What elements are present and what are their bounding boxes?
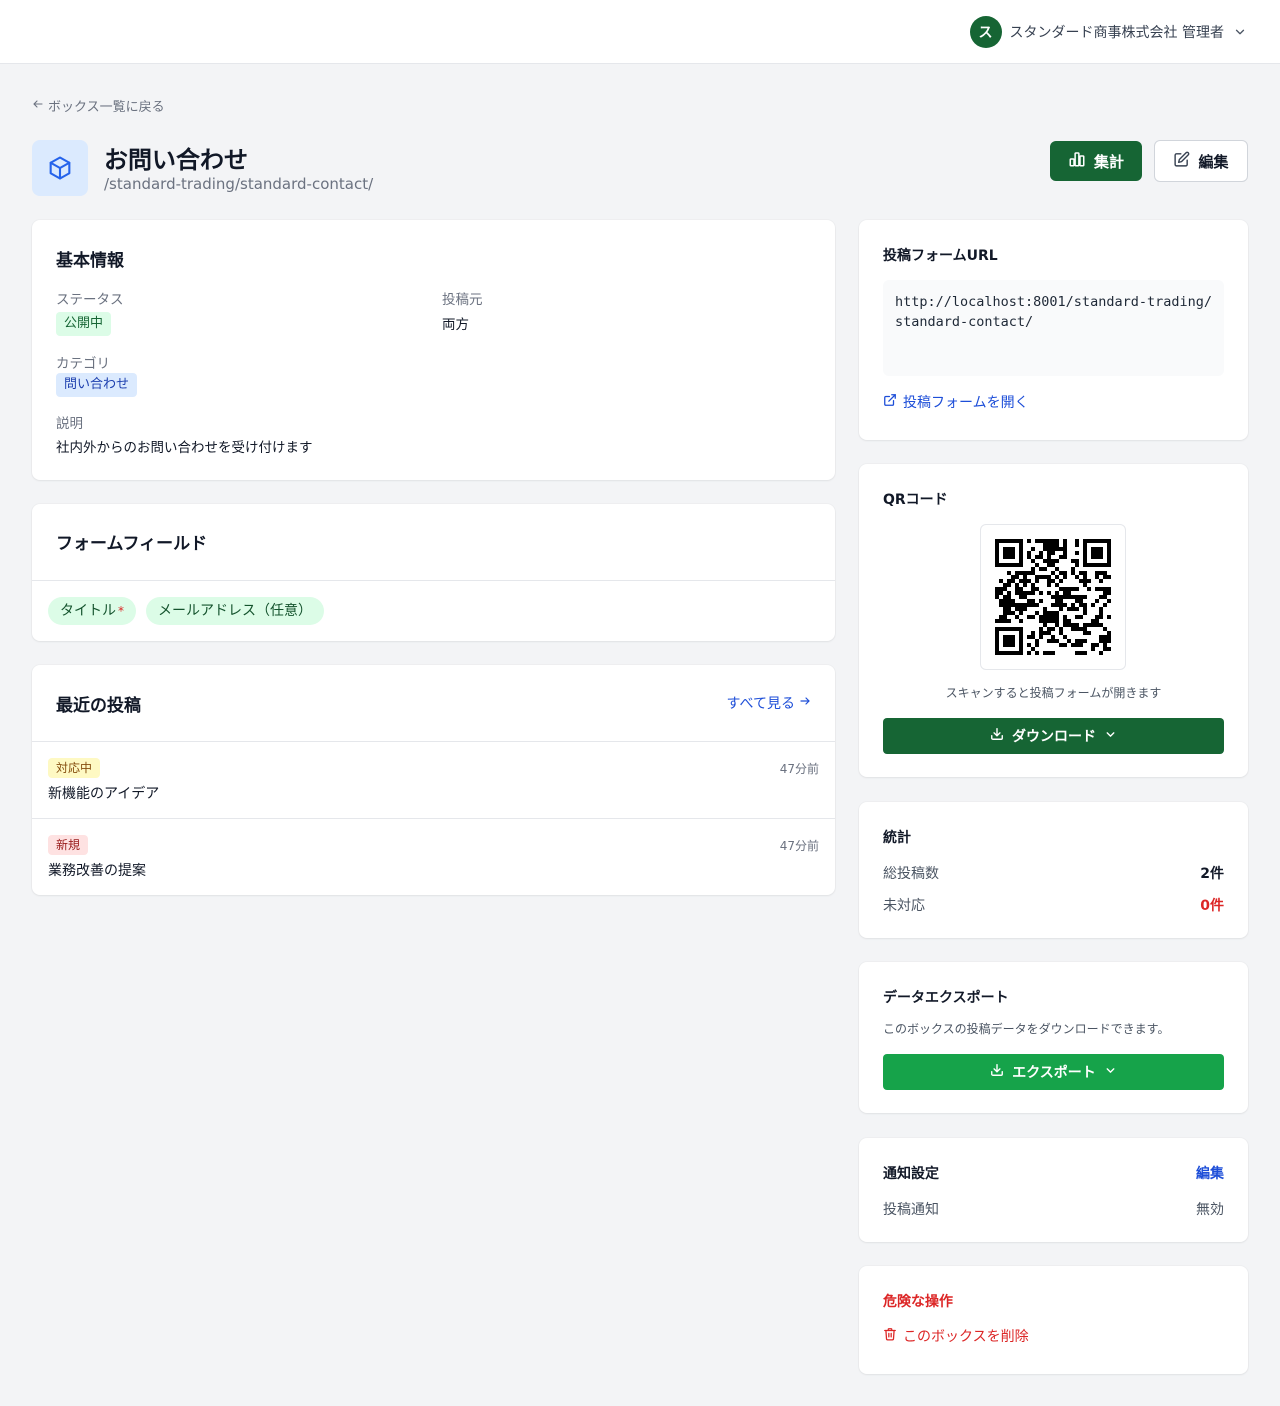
post-notification-value: 無効 — [1196, 1202, 1224, 1218]
stats-title: 統計 — [883, 830, 911, 846]
edit-button[interactable]: 編集 — [1154, 140, 1248, 182]
open-form-link[interactable]: 投稿フォームを開く — [883, 392, 1029, 412]
category-badge: 問い合わせ — [56, 373, 138, 397]
post-title: 新機能のアイデア — [48, 786, 160, 802]
form-fields-card: フォームフィールド タイトル * メールアドレス（任意） — [32, 504, 835, 641]
field-pill-label: メールアドレス（任意） — [158, 603, 312, 619]
field-pill-title: タイトル * — [48, 597, 136, 625]
recent-posts-card: 最近の投稿 すべて見る 対応中 47分前 新機能のアイデア 新規 47分前 業務… — [32, 665, 835, 895]
download-label: ダウンロード — [1012, 729, 1096, 745]
see-all-link[interactable]: すべて見る — [727, 693, 811, 713]
notification-edit-link[interactable]: 編集 — [1196, 1163, 1224, 1183]
trash-icon — [883, 1327, 897, 1345]
chevron-down-icon — [1232, 24, 1248, 40]
danger-zone-title: 危険な操作 — [883, 1294, 953, 1310]
post-time: 47分前 — [779, 839, 819, 853]
post-title: 業務改善の提案 — [48, 863, 146, 879]
data-export-card: データエクスポート このボックスの投稿データをダウンロードできます。 エクスポー… — [859, 962, 1248, 1113]
total-posts-value: 2件 — [1200, 866, 1224, 882]
notification-settings-card: 通知設定 編集 投稿通知 無効 — [859, 1138, 1248, 1242]
qr-download-button[interactable]: ダウンロード — [883, 718, 1224, 754]
notification-settings-title: 通知設定 — [883, 1166, 939, 1182]
chevron-down-icon — [1104, 728, 1117, 745]
page-title: お問い合わせ — [104, 146, 248, 174]
top-bar: ス スタンダード商事株式会社 管理者 — [0, 0, 1280, 64]
back-to-box-list-link[interactable]: ボックス一覧に戻る — [32, 96, 165, 115]
external-link-icon — [883, 393, 897, 411]
post-status-badge: 新規 — [48, 835, 89, 855]
category-label: カテゴリ — [56, 356, 110, 372]
aggregate-button-label: 集計 — [1093, 152, 1124, 171]
total-posts-label: 総投稿数 — [883, 866, 939, 882]
description-label: 説明 — [56, 416, 83, 432]
see-all-label: すべて見る — [726, 696, 795, 712]
qr-code-image — [995, 539, 1111, 655]
user-name: スタンダード商事株式会社 管理者 — [1009, 25, 1224, 41]
recent-posts-title: 最近の投稿 — [56, 696, 141, 716]
stats-card: 統計 総投稿数 2件 未対応 0件 — [859, 802, 1248, 938]
source-value: 両方 — [442, 317, 469, 333]
arrow-right-icon — [799, 695, 811, 711]
qr-code-title: QRコード — [883, 492, 948, 508]
box-icon — [32, 140, 88, 196]
post-time: 47分前 — [779, 762, 819, 776]
pending-value: 0件 — [1200, 898, 1224, 914]
post-notification-label: 投稿通知 — [883, 1202, 939, 1218]
qr-code-card: QRコード スキャンすると投稿フォームが開きます ダウンロード — [859, 464, 1248, 777]
data-export-title: データエクスポート — [883, 990, 1009, 1006]
bar-chart-icon — [1068, 150, 1086, 172]
box-path: /standard-trading/standard-contact/ — [104, 175, 374, 193]
user-menu[interactable]: ス スタンダード商事株式会社 管理者 — [969, 16, 1248, 48]
status-badge: 公開中 — [56, 312, 112, 336]
qr-code-frame — [980, 524, 1126, 670]
post-row[interactable]: 新規 47分前 業務改善の提案 — [32, 819, 835, 896]
aggregate-button[interactable]: 集計 — [1050, 141, 1142, 181]
delete-box-label: このボックスを削除 — [903, 1329, 1029, 1345]
form-url-card: 投稿フォームURL http://localhost:8001/standard… — [859, 220, 1248, 440]
open-form-label: 投稿フォームを開く — [903, 395, 1029, 411]
back-link-label: ボックス一覧に戻る — [48, 100, 165, 115]
form-fields-title: フォームフィールド — [56, 534, 208, 554]
qr-caption: スキャンすると投稿フォームが開きます — [945, 686, 1162, 700]
divider — [32, 580, 835, 581]
field-pill-email: メールアドレス（任意） — [146, 597, 324, 625]
basic-info-card: 基本情報 ステータス 公開中 投稿元 両方 カテゴリ 問い合わせ 説明 社内外か… — [32, 220, 835, 480]
edit-button-label: 編集 — [1198, 152, 1229, 171]
form-url-title: 投稿フォームURL — [883, 248, 998, 264]
edit-icon — [1173, 151, 1190, 172]
form-url-value[interactable]: http://localhost:8001/standard-trading/s… — [883, 280, 1224, 376]
data-export-description: このボックスの投稿データをダウンロードできます。 — [883, 1022, 1170, 1036]
status-label: ステータス — [56, 292, 124, 308]
post-status-badge: 対応中 — [48, 758, 101, 778]
required-mark: * — [118, 604, 124, 618]
avatar: ス — [969, 16, 1002, 48]
pending-label: 未対応 — [883, 898, 925, 914]
field-pill-label: タイトル — [60, 603, 116, 619]
export-label: エクスポート — [1012, 1065, 1096, 1081]
basic-info-title: 基本情報 — [56, 251, 124, 271]
danger-zone-card: 危険な操作 このボックスを削除 — [859, 1266, 1248, 1374]
post-row[interactable]: 対応中 47分前 新機能のアイデア — [32, 742, 835, 819]
description-value: 社内外からのお問い合わせを受け付けます — [56, 440, 313, 456]
download-icon — [990, 1063, 1004, 1081]
chevron-down-icon — [1104, 1064, 1117, 1081]
source-label: 投稿元 — [442, 292, 483, 308]
arrow-left-icon — [32, 98, 44, 114]
export-button[interactable]: エクスポート — [883, 1054, 1224, 1090]
download-icon — [990, 727, 1004, 745]
delete-box-link[interactable]: このボックスを削除 — [883, 1326, 1029, 1346]
